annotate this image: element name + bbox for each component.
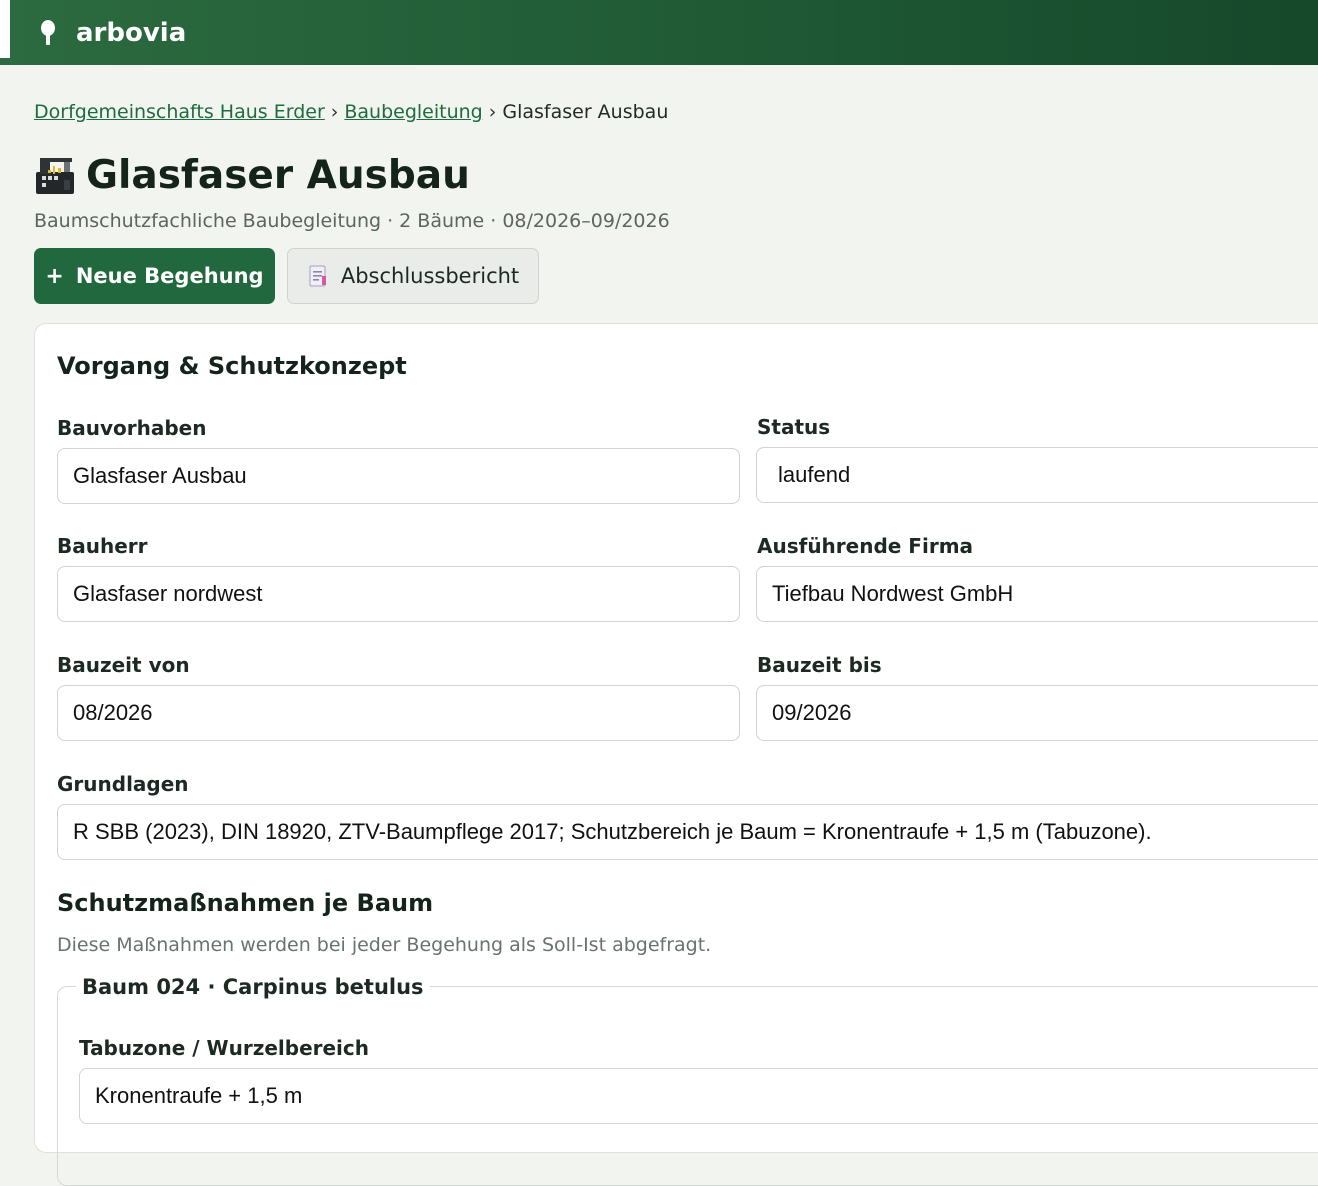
firma-input[interactable]: Tiefbau Nordwest GmbH	[756, 566, 1318, 622]
final-report-button[interactable]: Abschlussbericht	[287, 248, 539, 304]
grundlagen-input[interactable]: R SBB (2023), DIN 18920, ZTV-Baumpflege …	[57, 804, 1318, 860]
tabuzone-input[interactable]: Kronentraufe + 1,5 m	[79, 1068, 1318, 1124]
label-firma: Ausführende Firma	[757, 534, 974, 558]
breadcrumb-separator: ›	[330, 101, 339, 123]
schutz-hint: Diese Maßnahmen werden bei jeder Begehun…	[57, 934, 712, 956]
breadcrumb: Dorfgemeinschafts Haus Erder › Baubegleitu…	[34, 101, 668, 123]
label-bauzeit-von: Bauzeit von	[57, 653, 190, 677]
brand-logo[interactable]: arbovia	[38, 17, 186, 49]
label-status: Status	[757, 415, 831, 439]
navbar-edge	[0, 0, 10, 58]
breadcrumb-link-project[interactable]: Dorfgemeinschafts Haus Erder	[34, 101, 325, 123]
label-bauherr: Bauherr	[57, 534, 148, 558]
tree-icon	[41, 20, 55, 45]
label-bauzeit-bis: Bauzeit bis	[757, 653, 882, 677]
section-title-vorgang: Vorgang & Schutzkonzept	[57, 352, 407, 380]
bauvorhaben-input[interactable]: Glasfaser Ausbau	[57, 448, 740, 504]
bauzeit-bis-input[interactable]: 09/2026	[756, 685, 1318, 741]
new-inspection-button[interactable]: + Neue Begehung	[34, 248, 275, 304]
status-select[interactable]: laufend	[756, 447, 1318, 503]
section-title-schutz: Schutzmaßnahmen je Baum	[57, 889, 434, 917]
breadcrumb-link-baubegleitung[interactable]: Baubegleitung	[344, 101, 482, 123]
new-inspection-label: Neue Begehung	[75, 264, 264, 288]
breadcrumb-separator: ›	[488, 101, 497, 123]
page-title: Glasfaser Ausbau	[86, 152, 470, 198]
final-report-label: Abschlussbericht	[340, 264, 520, 288]
tree-legend: Baum 024 · Carpinus betulus	[76, 975, 430, 999]
plus-icon: +	[45, 263, 64, 289]
label-bauvorhaben: Bauvorhaben	[57, 416, 207, 440]
bauherr-input[interactable]: Glasfaser nordwest	[57, 566, 740, 622]
app-name: arbovia	[76, 18, 187, 48]
bauzeit-von-input[interactable]: 08/2026	[57, 685, 740, 741]
top-navbar	[0, 0, 1318, 65]
label-grundlagen: Grundlagen	[57, 772, 189, 796]
label-tabuzone: Tabuzone / Wurzelbereich	[79, 1036, 370, 1060]
construction-icon	[36, 158, 74, 194]
document-icon	[309, 265, 326, 287]
page-subtitle: Baumschutzfachliche Baubegleitung · 2 Bä…	[34, 210, 670, 232]
page-header: Glasfaser Ausbau	[34, 150, 470, 200]
breadcrumb-current: Glasfaser Ausbau	[502, 101, 669, 123]
